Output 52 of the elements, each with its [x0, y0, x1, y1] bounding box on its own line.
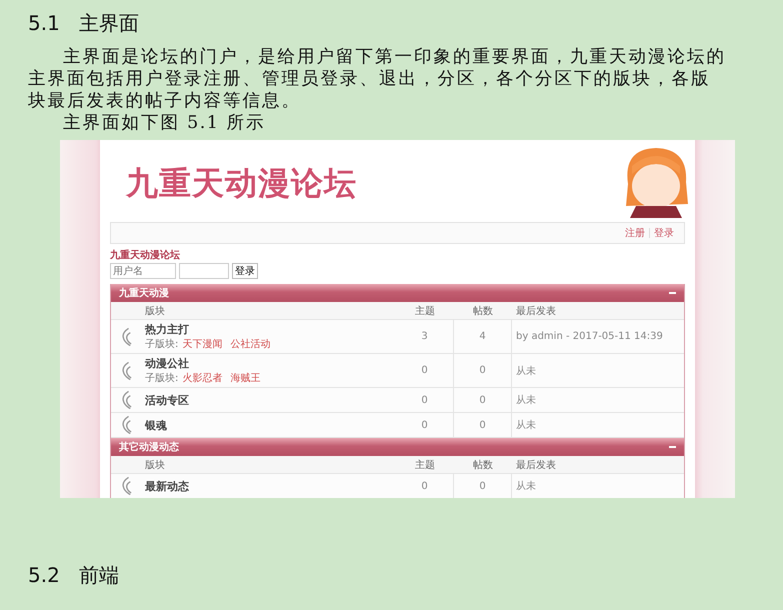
- subforum-label: 子版块:: [145, 372, 178, 385]
- swirl-icon: [120, 476, 132, 496]
- subforum-link[interactable]: 天下漫闻: [182, 337, 222, 351]
- last-post: 从未: [516, 480, 536, 493]
- subforum-link[interactable]: 公社活动: [230, 337, 270, 351]
- paragraph: 主界面如下图 5.1 所示: [62, 112, 266, 134]
- swirl-icon: [120, 360, 132, 380]
- post-count: 4: [479, 331, 486, 342]
- password-field[interactable]: [179, 263, 229, 279]
- post-count: 0: [479, 480, 486, 492]
- subforum-label: 子版块:: [145, 338, 178, 351]
- subforum-link[interactable]: 火影忍者: [182, 371, 222, 385]
- nav-link[interactable]: 登录: [654, 226, 674, 240]
- board-link[interactable]: 热力主打: [145, 322, 189, 337]
- last-post: 从未: [516, 364, 536, 378]
- board-link[interactable]: 最新动态: [145, 478, 189, 494]
- last-post: 从未: [516, 418, 536, 432]
- swirl-icon: [120, 326, 132, 346]
- post-count: 0: [479, 365, 486, 376]
- section-title: 其它动漫动态: [119, 440, 179, 454]
- column-header: 版块: [144, 458, 166, 472]
- board-link[interactable]: 动漫公社: [145, 356, 189, 371]
- board-link[interactable]: 活动专区: [145, 392, 189, 408]
- column-header: 帖数: [472, 458, 494, 472]
- forum-link[interactable]: 九重天动漫论坛: [110, 250, 685, 262]
- post-count: 0: [479, 420, 486, 430]
- column-header: 版块: [144, 304, 166, 318]
- column-header: 最后发表: [515, 458, 557, 472]
- forum-logo: 九重天动漫论坛: [126, 163, 357, 204]
- nav-link[interactable]: 注册: [625, 226, 645, 240]
- column-header: 最后发表: [515, 304, 557, 318]
- post-count: 0: [479, 394, 486, 406]
- last-post: by admin - 2017-05-11 14:39: [516, 331, 663, 342]
- subforum-link[interactable]: 海贼王: [230, 371, 260, 385]
- topic-count: 0: [421, 420, 428, 430]
- section-title: 九重天动漫: [119, 286, 169, 300]
- topic-count: 0: [421, 394, 428, 406]
- last-post: 从未: [516, 394, 536, 407]
- column-header: 帖数: [472, 304, 494, 318]
- column-header: 主题: [414, 458, 436, 472]
- section-heading: 5.1 主界面: [28, 10, 140, 37]
- column-header: 主题: [414, 304, 436, 318]
- paragraph: 主界面是论坛的门户，是给用户留下第一印象的重要界面，九重天动漫论坛的主界面包括用户登录注册、管理员登录、退出，分区，各个分区下的版块，各版块最后发表的帖子内容等信息。: [28, 46, 727, 112]
- login-button[interactable]: 登录: [232, 263, 258, 279]
- board-link[interactable]: 银魂: [145, 418, 167, 432]
- swirl-icon: [120, 390, 132, 410]
- topic-count: 0: [421, 480, 428, 492]
- swirl-icon: [120, 415, 132, 435]
- topic-count: 0: [421, 365, 428, 376]
- topic-count: 3: [421, 331, 428, 342]
- section-heading: 5.2 前端: [28, 562, 120, 589]
- username-field[interactable]: 用户名: [110, 263, 176, 279]
